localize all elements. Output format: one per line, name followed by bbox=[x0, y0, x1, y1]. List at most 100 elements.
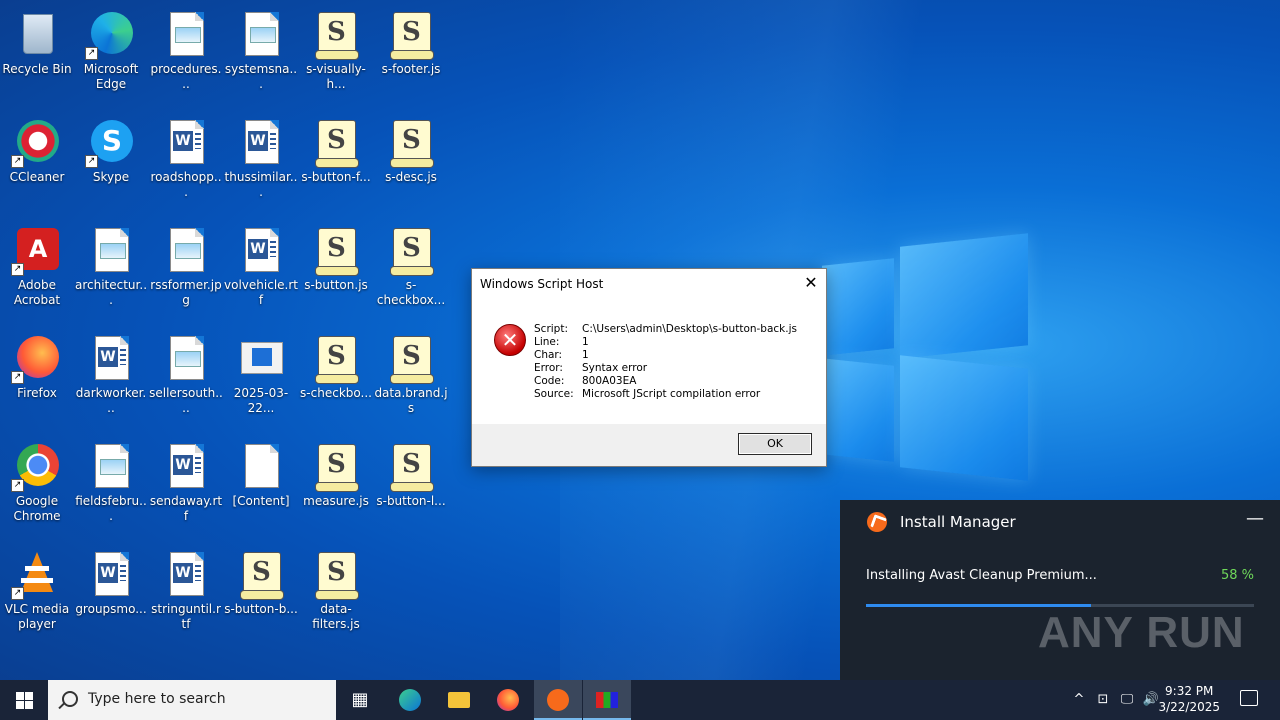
desktop-icon[interactable]: sellersouth.... bbox=[149, 328, 223, 416]
desktop-icon[interactable]: A ↗ Adobe Acrobat bbox=[0, 220, 74, 308]
desktop-icon[interactable]: [Content] bbox=[224, 436, 298, 509]
script-file-icon bbox=[312, 334, 360, 384]
desktop-icon-label: stringuntil.rtf bbox=[151, 602, 221, 631]
desktop-icon[interactable]: ↗ Microsoft Edge bbox=[74, 4, 148, 92]
desktop-icon[interactable]: data-filters.js bbox=[299, 544, 373, 632]
desktop-icon[interactable]: s-button.js bbox=[299, 220, 373, 293]
detail-value: 1 bbox=[582, 336, 589, 348]
network-icon[interactable]: 🖵 bbox=[1116, 680, 1138, 720]
desktop-icon[interactable]: measure.js bbox=[299, 436, 373, 509]
detail-key: Line: bbox=[534, 336, 560, 348]
desktop-icon[interactable]: Recycle Bin bbox=[0, 4, 74, 77]
image-file-icon bbox=[162, 10, 210, 58]
detail-row: Script: C:\Users\admin\Desktop\s-button-b… bbox=[534, 323, 797, 336]
notification-icon[interactable] bbox=[1240, 690, 1258, 706]
edge-icon: ↗ bbox=[85, 10, 135, 60]
desktop-icon[interactable]: s-visually-h... bbox=[299, 4, 373, 92]
desktop-icon-label: Adobe Acrobat bbox=[13, 278, 61, 307]
script-error-dialog: Windows Script Host ✕ ✕ Script: C:\Users\… bbox=[471, 268, 827, 467]
desktop-icon[interactable]: rssformer.jpg bbox=[149, 220, 223, 308]
desktop-icon[interactable]: S ↗ Skype bbox=[74, 112, 148, 185]
avast-logo-icon bbox=[867, 512, 887, 532]
desktop-icon[interactable]: Wdarkworker... bbox=[74, 328, 148, 416]
image-file-icon bbox=[162, 334, 210, 382]
desktop-icon[interactable]: s-desc.js bbox=[374, 112, 448, 185]
edge-taskbar-icon[interactable] bbox=[386, 680, 434, 720]
close-icon[interactable]: ✕ bbox=[802, 275, 820, 293]
blank-file-icon bbox=[237, 442, 285, 490]
script-file-icon bbox=[312, 550, 360, 600]
desktop-icon-label: s-button-l... bbox=[376, 494, 446, 508]
desktop-icon[interactable]: Wvolvehicle.rtf bbox=[224, 220, 298, 308]
script-host-taskbar-icon[interactable] bbox=[583, 680, 631, 720]
clock-date: 3/22/2025 bbox=[1158, 700, 1220, 714]
desktop-icon[interactable]: s-button-b... bbox=[224, 544, 298, 617]
recycle-bin-icon bbox=[13, 10, 61, 58]
detail-key: Error: bbox=[534, 362, 563, 374]
progress-track bbox=[866, 604, 1254, 607]
script-file-icon bbox=[387, 118, 435, 168]
desktop-icon-label: s-button.js bbox=[304, 278, 368, 292]
ccleaner-icon: ↗ bbox=[11, 118, 61, 168]
desktop-icon-label: systemsna... bbox=[224, 62, 298, 91]
windows-wallpaper-logo bbox=[822, 233, 1032, 481]
detail-row: Code: 800A03EA bbox=[534, 375, 797, 388]
desktop-icon-label: s-button-b... bbox=[224, 602, 298, 616]
minimize-icon[interactable]: — bbox=[1246, 508, 1264, 529]
detail-value: C:\Users\admin\Desktop\s-button-back.js bbox=[582, 323, 797, 335]
taskbar-search-box[interactable]: Type here to search bbox=[48, 680, 336, 720]
desktop-icon[interactable]: Wroadshopp... bbox=[149, 112, 223, 200]
desktop-icon[interactable]: s-checkbox... bbox=[374, 220, 448, 308]
desktop-icon[interactable]: Wsendaway.rtf bbox=[149, 436, 223, 524]
file-explorer-icon[interactable] bbox=[435, 680, 483, 720]
desktop-icon[interactable]: ↗ CCleaner bbox=[0, 112, 74, 185]
desktop-icon[interactable]: Wthussimilar... bbox=[224, 112, 298, 200]
desktop-icon[interactable]: procedures... bbox=[149, 4, 223, 92]
desktop-icon[interactable]: data.brand.js bbox=[374, 328, 448, 416]
desktop-icon[interactable]: architectur... bbox=[74, 220, 148, 308]
avast-taskbar-icon[interactable] bbox=[534, 680, 582, 720]
skype-icon: S ↗ bbox=[85, 118, 135, 168]
desktop-icon[interactable]: s-checkbo... bbox=[299, 328, 373, 401]
desktop-icon-label: volvehicle.rtf bbox=[224, 278, 298, 307]
desktop-icon[interactable]: s-button-f... bbox=[299, 112, 373, 185]
progress-fill bbox=[866, 604, 1092, 607]
desktop-icon-label: sellersouth.... bbox=[149, 386, 223, 415]
firefox-taskbar-icon[interactable] bbox=[484, 680, 532, 720]
desktop-icon-label: roadshopp... bbox=[150, 170, 222, 199]
desktop-icon-label: architectur... bbox=[74, 278, 148, 307]
detail-value: 1 bbox=[582, 349, 589, 361]
desktop-icon-label: s-checkbox... bbox=[376, 278, 446, 307]
desktop-icon[interactable]: ↗ Firefox bbox=[0, 328, 74, 401]
script-file-icon bbox=[312, 442, 360, 492]
ok-button[interactable]: OK bbox=[738, 433, 812, 455]
detail-row: Line: 1 bbox=[534, 336, 797, 349]
desktop-icon[interactable]: 2025-03-22... bbox=[224, 328, 298, 416]
vlc-icon: ↗ bbox=[11, 550, 61, 600]
desktop-icon-label: data.brand.js bbox=[374, 386, 448, 415]
desktop-icon-label: 2025-03-22... bbox=[233, 386, 289, 415]
desktop-icon[interactable]: Wstringuntil.rtf bbox=[149, 544, 223, 632]
error-details: Script: C:\Users\admin\Desktop\s-button-b… bbox=[534, 323, 797, 401]
desktop-icon-label: s-desc.js bbox=[385, 170, 437, 184]
desktop-icon[interactable]: systemsna... bbox=[224, 4, 298, 92]
clock[interactable]: 9:32 PM 3/22/2025 bbox=[1158, 683, 1220, 715]
chevron-up-icon[interactable]: ^ bbox=[1068, 680, 1090, 720]
detail-value: Microsoft JScript compilation error bbox=[582, 388, 761, 400]
word-document-icon: W bbox=[87, 550, 135, 598]
desktop-icon[interactable]: s-footer.js bbox=[374, 4, 448, 77]
install-status: Installing Avast Cleanup Premium... bbox=[866, 568, 1097, 583]
desktop-icon[interactable]: s-button-l... bbox=[374, 436, 448, 509]
task-view-icon[interactable]: ▦ bbox=[336, 680, 384, 720]
detail-key: Code: bbox=[534, 375, 565, 387]
desktop-icon[interactable]: ↗ Google Chrome bbox=[0, 436, 74, 524]
desktop-icon-label: s-checkbo... bbox=[300, 386, 372, 400]
desktop-icon[interactable]: ↗ VLC media player bbox=[0, 544, 74, 632]
search-icon bbox=[62, 691, 78, 707]
desktop-icon[interactable]: Wgroupsmo... bbox=[74, 544, 148, 617]
meet-now-icon[interactable]: ⊡ bbox=[1092, 680, 1114, 720]
error-icon: ✕ bbox=[494, 324, 526, 356]
start-button[interactable] bbox=[0, 680, 48, 720]
desktop-icon[interactable]: fieldsfebru... bbox=[74, 436, 148, 524]
image-file-icon bbox=[87, 226, 135, 274]
